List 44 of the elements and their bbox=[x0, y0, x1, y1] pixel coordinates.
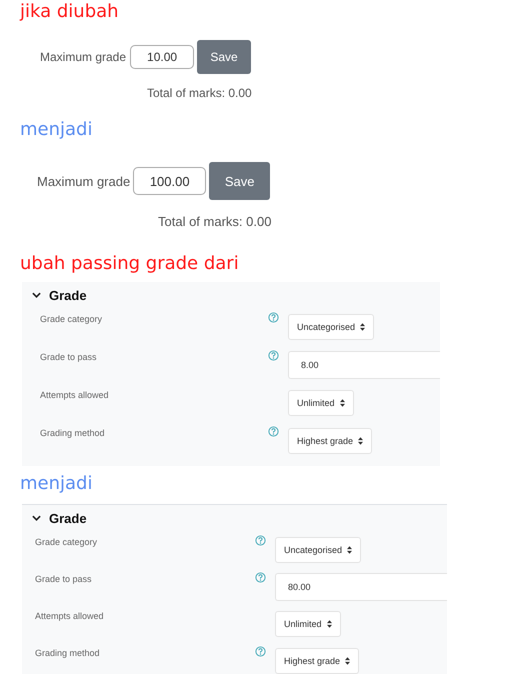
help-icon[interactable] bbox=[268, 312, 279, 323]
chevron-icon[interactable] bbox=[32, 292, 41, 298]
field-label: Grade to pass bbox=[40, 351, 98, 362]
select-dropdown[interactable]: Highest grade bbox=[288, 428, 372, 454]
select-dropdown[interactable]: Unlimited bbox=[275, 610, 341, 636]
up-down-arrows-icon bbox=[347, 546, 352, 554]
section-heading: jika diubah bbox=[18, 0, 120, 24]
save-button[interactable]: Save bbox=[197, 40, 252, 74]
help-icon[interactable] bbox=[255, 646, 266, 657]
field-label: Grade category bbox=[40, 313, 104, 324]
up-down-arrows-icon bbox=[326, 620, 332, 628]
up-down-arrows-icon bbox=[340, 399, 345, 407]
field-label: Maximum grade bbox=[40, 50, 126, 64]
grade-to-pass-input[interactable]: 80.00 bbox=[275, 572, 447, 600]
chevron-icon[interactable] bbox=[32, 515, 41, 521]
field-label: Grading method bbox=[35, 647, 101, 658]
save-button[interactable]: Save bbox=[209, 162, 270, 200]
total-marks-text: Total of marks: 0.00 bbox=[147, 86, 253, 100]
section-heading: menjadi bbox=[19, 472, 94, 496]
panel-title: Grade bbox=[49, 510, 87, 526]
field-label: Attempts allowed bbox=[35, 610, 105, 621]
help-icon[interactable] bbox=[255, 535, 266, 546]
help-icon[interactable] bbox=[268, 426, 279, 437]
section-heading: menjadi bbox=[19, 118, 94, 142]
field-label: Maximum grade bbox=[37, 174, 130, 188]
select-dropdown[interactable]: Highest grade bbox=[275, 648, 360, 674]
select-dropdown[interactable]: Uncategorised bbox=[275, 536, 362, 562]
panel-title: Grade bbox=[49, 288, 87, 302]
help-icon[interactable] bbox=[268, 350, 279, 361]
up-down-arrows-icon bbox=[345, 656, 350, 664]
total-marks-text: Total of marks: 0.00 bbox=[158, 214, 272, 229]
field-label: Attempts allowed bbox=[40, 389, 110, 400]
help-icon[interactable] bbox=[255, 572, 266, 583]
grade-to-pass-input[interactable]: 8.00 bbox=[288, 351, 440, 379]
maximum-grade-input[interactable]: 100.00 bbox=[133, 167, 206, 195]
up-down-arrows-icon bbox=[360, 323, 366, 331]
section-heading: ubah passing grade dari bbox=[19, 252, 240, 276]
field-label: Grade to pass bbox=[35, 573, 93, 584]
field-label: Grade category bbox=[35, 536, 98, 547]
select-dropdown[interactable]: Uncategorised bbox=[288, 314, 374, 340]
maximum-grade-input[interactable]: 10.00 bbox=[130, 45, 194, 69]
select-dropdown[interactable]: Unlimited bbox=[288, 390, 354, 416]
up-down-arrows-icon bbox=[358, 437, 364, 445]
field-label: Grading method bbox=[40, 427, 106, 438]
